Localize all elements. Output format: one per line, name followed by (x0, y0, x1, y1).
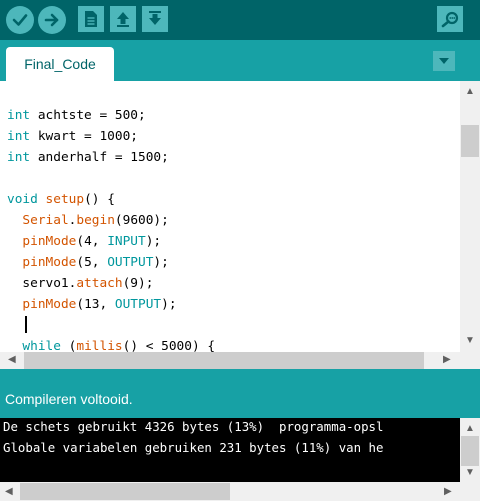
tab-menu-button[interactable] (433, 51, 455, 71)
editor-vertical-scroll-thumb[interactable] (461, 125, 479, 157)
scroll-down-icon[interactable]: ▼ (465, 468, 475, 478)
code-line: while (millis() < 5000) { (7, 336, 215, 352)
console-vertical-scrollbar[interactable]: ▲ ▼ (460, 418, 480, 482)
scroll-corner (460, 482, 480, 501)
scroll-corner (460, 352, 480, 369)
open-button[interactable] (110, 6, 136, 32)
code-line: void setup() { (7, 189, 115, 210)
verify-button[interactable] (6, 6, 34, 34)
code-token: () < 5000) { (122, 339, 216, 352)
arrow-down-icon (149, 11, 161, 25)
code-token: anderhalf = 1500; (30, 150, 169, 165)
scroll-right-icon[interactable]: ▶ (444, 487, 452, 497)
code-line: pinMode(4, INPUT); (7, 231, 161, 252)
arrow-up-icon (117, 12, 129, 27)
scroll-up-icon[interactable]: ▲ (465, 87, 475, 97)
code-token: int (7, 150, 31, 165)
check-icon (12, 14, 28, 26)
code-token: pinMode (22, 255, 77, 270)
code-line: pinMode(5, OUTPUT); (7, 252, 169, 273)
upload-button[interactable] (38, 6, 66, 34)
code-token: ); (153, 255, 169, 270)
code-token: pinMode (22, 297, 77, 312)
code-token: (4, (76, 234, 108, 249)
console-horizontal-scrollbar[interactable]: ◀ ▶ (0, 482, 460, 501)
tab-final-code[interactable]: Final_Code (6, 47, 114, 81)
code-token: void (7, 192, 38, 207)
new-button[interactable] (78, 6, 104, 32)
scroll-right-icon[interactable]: ▶ (443, 355, 451, 365)
code-line: pinMode(13, OUTPUT); (7, 294, 177, 315)
console-line: De schets gebruikt 4326 bytes (13%) prog… (3, 419, 384, 434)
console-horizontal-scroll-thumb[interactable] (20, 483, 230, 500)
code-token: setup (45, 192, 85, 207)
code-token: begin (76, 213, 115, 228)
code-token: (9600); (114, 213, 169, 228)
editor-horizontal-scrollbar[interactable]: ◀ ▶ (0, 352, 460, 369)
code-token: Serial (22, 213, 69, 228)
scroll-left-icon[interactable]: ◀ (8, 355, 16, 365)
scroll-up-icon[interactable]: ▲ (465, 424, 475, 434)
code-token: servo1. (7, 276, 77, 291)
code-line: int achtste = 500; (7, 105, 146, 126)
console-line: Globale variabelen gebruiken 231 bytes (… (3, 440, 384, 455)
arrow-right-icon (44, 13, 59, 27)
code-token: (5, (76, 255, 108, 270)
code-token: pinMode (22, 234, 77, 249)
code-token: (13, (76, 297, 115, 312)
code-token: millis (76, 339, 123, 352)
scroll-down-icon[interactable]: ▼ (465, 336, 475, 346)
code-token: (9); (122, 276, 154, 291)
console-output[interactable]: De schets gebruikt 4326 bytes (13%) prog… (0, 418, 460, 482)
code-token: int (7, 108, 31, 123)
code-token: int (7, 129, 31, 144)
code-line: Serial.begin(9600); (7, 210, 169, 231)
serial-monitor-button[interactable] (437, 6, 463, 32)
code-token: while (22, 339, 61, 352)
pane-divider[interactable] (0, 369, 480, 379)
editor-horizontal-scroll-thumb[interactable] (24, 352, 424, 369)
code-token: OUTPUT (107, 255, 154, 270)
save-button[interactable] (142, 6, 168, 32)
status-bar: Compileren voltooid. (0, 379, 480, 418)
code-token: ); (161, 297, 177, 312)
tab-label: Final_Code (24, 56, 96, 72)
code-token: attach (76, 276, 123, 291)
scroll-left-icon[interactable]: ◀ (5, 487, 13, 497)
code-token: ); (145, 234, 162, 249)
triangle-down-icon (439, 58, 449, 64)
tab-bar: Final_Code (0, 40, 480, 81)
code-line (7, 315, 22, 336)
magnifier-icon (441, 11, 459, 28)
code-token: () { (84, 192, 115, 207)
status-text: Compileren voltooid. (5, 391, 133, 407)
console-vertical-scroll-thumb[interactable] (461, 436, 479, 466)
code-token: ( (60, 339, 77, 352)
code-line: servo1.attach(9); (7, 273, 153, 294)
code-editor[interactable]: int achtste = 500; int kwart = 1000; int a… (0, 81, 460, 352)
code-line: int kwart = 1000; (7, 126, 138, 147)
text-caret (25, 316, 27, 333)
editor-vertical-scrollbar[interactable]: ▲ ▼ (460, 81, 480, 352)
code-token: INPUT (107, 234, 146, 249)
new-file-icon (85, 11, 97, 27)
code-line: int anderhalf = 1500; (7, 147, 169, 168)
code-token: kwart = 1000; (30, 129, 138, 144)
code-token: achtste = 500; (30, 108, 146, 123)
code-token: OUTPUT (114, 297, 162, 312)
toolbar (0, 0, 480, 40)
